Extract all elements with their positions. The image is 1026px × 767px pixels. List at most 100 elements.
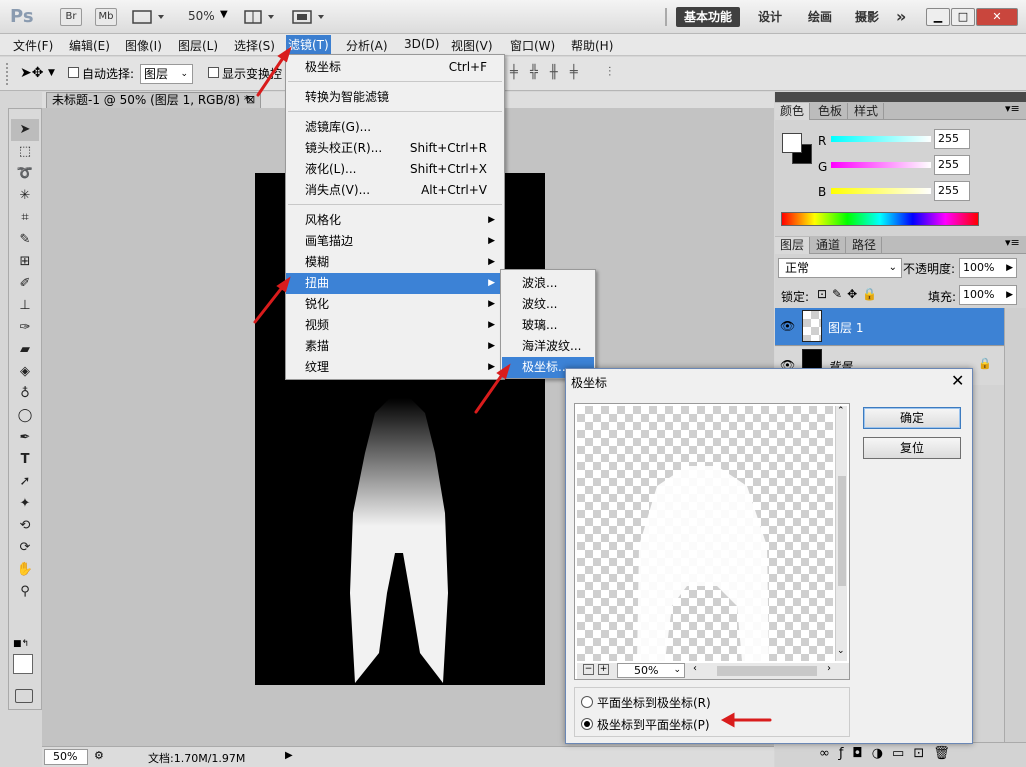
- preset-dropdown-icon[interactable]: ▼: [48, 68, 55, 78]
- menu-image[interactable]: 图像(I): [125, 37, 162, 54]
- filter-stylize[interactable]: 风格化 ▶: [286, 210, 504, 231]
- scroll-thumb[interactable]: [838, 476, 846, 586]
- marquee-tool-icon[interactable]: ⬚: [11, 141, 39, 163]
- tab-paths[interactable]: 路径: [847, 237, 883, 254]
- screen-mode-button[interactable]: [292, 9, 326, 25]
- zoom-tool-icon[interactable]: ⚲: [11, 581, 39, 603]
- lasso-tool-icon[interactable]: ➰: [11, 163, 39, 185]
- preview-v-scrollbar[interactable]: ⌃ ⌄: [835, 406, 847, 661]
- r-slider[interactable]: [831, 136, 931, 142]
- more-workspaces-button[interactable]: »: [896, 7, 906, 27]
- layers-panel-menu-icon[interactable]: ▾≡: [1005, 236, 1020, 249]
- filter-last-polar-coordinates[interactable]: 极坐标 Ctrl+F: [286, 57, 504, 78]
- quick-mask-icon[interactable]: [15, 689, 33, 703]
- menu-3d[interactable]: 3D(D): [404, 37, 439, 51]
- align-distribute-icons[interactable]: ╪ ╬ ╫ ╪: [510, 65, 582, 80]
- quick-select-tool-icon[interactable]: ✳: [11, 185, 39, 207]
- document-tab[interactable]: 未标题-1 @ 50% (图层 1, RGB/8) *: [46, 92, 261, 109]
- b-value[interactable]: 255: [934, 181, 970, 201]
- layer-row-selected[interactable]: 👁 图层 1: [775, 308, 1004, 346]
- r-value[interactable]: 255: [934, 129, 970, 149]
- layers-footer-icons[interactable]: ∞ƒ◘◑▭⊡🗑: [819, 746, 959, 761]
- lock-icons[interactable]: ⊡✎✥🔒: [817, 287, 882, 301]
- filter-gallery[interactable]: 滤镜库(G)...: [286, 117, 504, 138]
- healing-brush-tool-icon[interactable]: ⊞: [11, 251, 39, 273]
- menu-file[interactable]: 文件(F): [13, 37, 53, 54]
- zoom-in-button[interactable]: +: [598, 664, 609, 675]
- layer-name[interactable]: 图层 1: [828, 319, 863, 336]
- distort-wave[interactable]: 波浪...: [502, 273, 594, 294]
- filter-sketch[interactable]: 素描 ▶: [286, 336, 504, 357]
- distort-glass[interactable]: 玻璃...: [502, 315, 594, 336]
- b-slider[interactable]: [831, 188, 931, 194]
- option-rect-to-polar-radio[interactable]: [581, 696, 593, 708]
- tab-channels[interactable]: 通道: [811, 237, 847, 254]
- scroll-down-icon[interactable]: ⌄: [837, 646, 845, 656]
- move-tool-preset-icon[interactable]: ➤✥: [20, 65, 43, 81]
- zoom-out-button[interactable]: −: [583, 664, 594, 675]
- auto-select-checkbox[interactable]: [68, 67, 79, 78]
- option-polar-to-rect-radio[interactable]: [581, 718, 593, 730]
- filter-lens-correction[interactable]: 镜头校正(R)... Shift+Ctrl+R: [286, 138, 504, 159]
- zoom-dropdown-icon[interactable]: ▼: [220, 9, 228, 20]
- filter-blur[interactable]: 模糊 ▶: [286, 252, 504, 273]
- preview-image[interactable]: [577, 406, 833, 661]
- close-button[interactable]: ✕: [976, 8, 1018, 26]
- menu-layer[interactable]: 图层(L): [178, 37, 218, 54]
- status-zoom-field[interactable]: 50%: [44, 749, 88, 765]
- close-document-icon[interactable]: ⊠: [246, 93, 255, 106]
- workspace-essentials[interactable]: 基本功能: [676, 7, 741, 27]
- foreground-color-swatch[interactable]: [13, 654, 33, 674]
- g-value[interactable]: 255: [934, 155, 970, 175]
- history-brush-tool-icon[interactable]: ✑: [11, 317, 39, 339]
- auto-align-icon[interactable]: ⫶: [608, 65, 611, 80]
- menu-view[interactable]: 视图(V): [451, 37, 493, 54]
- color-panel-fg-swatch[interactable]: [782, 133, 802, 153]
- mini-bridge-button[interactable]: Mb: [95, 8, 117, 26]
- shape-tool-icon[interactable]: ✦: [11, 493, 39, 515]
- menu-help[interactable]: 帮助(H): [571, 37, 613, 54]
- tab-color[interactable]: 颜色: [775, 103, 811, 120]
- status-menu-arrow-icon[interactable]: ▶: [285, 750, 293, 761]
- dialog-close-icon[interactable]: ✕: [951, 371, 964, 390]
- menu-analysis[interactable]: 分析(A): [346, 37, 388, 54]
- move-tool-icon[interactable]: ➤: [11, 119, 39, 141]
- stamp-tool-icon[interactable]: ⊥: [11, 295, 39, 317]
- auto-select-dropdown[interactable]: 图层 ⌄: [140, 64, 193, 84]
- paint-bucket-tool-icon[interactable]: ◈: [11, 361, 39, 383]
- g-slider[interactable]: [831, 162, 931, 168]
- preview-zoom-field[interactable]: 50% ⌄: [617, 663, 685, 678]
- scroll-left-icon[interactable]: ‹: [693, 663, 697, 674]
- scroll-right-icon[interactable]: ›: [827, 663, 831, 674]
- menu-edit[interactable]: 编辑(E): [69, 37, 110, 54]
- option-polar-to-rect-label[interactable]: 极坐标到平面坐标(P): [597, 716, 710, 733]
- blend-mode-dropdown[interactable]: 正常 ⌄: [778, 258, 902, 278]
- bridge-button[interactable]: Br: [60, 8, 82, 26]
- status-zoom-icon[interactable]: ⚙: [94, 749, 104, 762]
- distort-ripple[interactable]: 波纹...: [502, 294, 594, 315]
- blur-tool-icon[interactable]: ♁: [11, 383, 39, 405]
- visibility-eye-icon[interactable]: 👁: [780, 319, 795, 333]
- filter-brush-strokes[interactable]: 画笔描边 ▶: [286, 231, 504, 252]
- 3d-orbit-tool-icon[interactable]: ⟳: [11, 537, 39, 559]
- h-scroll-thumb[interactable]: [717, 666, 817, 676]
- filter-texture[interactable]: 纹理 ▶: [286, 357, 504, 378]
- hand-tool-icon[interactable]: ✋: [11, 559, 39, 581]
- eraser-tool-icon[interactable]: ▰: [11, 339, 39, 361]
- view-extras-button[interactable]: [132, 9, 166, 25]
- filter-distort[interactable]: 扭曲 ▶: [286, 273, 504, 294]
- eyedropper-tool-icon[interactable]: ✎: [11, 229, 39, 251]
- menu-select[interactable]: 选择(S): [234, 37, 275, 54]
- fill-field[interactable]: 100% ▶: [959, 285, 1017, 305]
- reset-button[interactable]: 复位: [863, 437, 961, 459]
- workspace-photography[interactable]: 摄影: [855, 7, 879, 27]
- distort-ocean-ripple[interactable]: 海洋波纹...: [502, 336, 594, 357]
- default-colors-icon[interactable]: ■↰: [13, 639, 29, 649]
- path-select-tool-icon[interactable]: ➚: [11, 471, 39, 493]
- arrange-documents-button[interactable]: [244, 9, 278, 25]
- pen-tool-icon[interactable]: ✒: [11, 427, 39, 449]
- crop-tool-icon[interactable]: ⌗: [11, 207, 39, 229]
- opacity-field[interactable]: 100% ▶: [959, 258, 1017, 278]
- scroll-up-icon[interactable]: ⌃: [837, 406, 845, 416]
- dialog-title-bar[interactable]: 极坐标 ✕: [566, 369, 972, 395]
